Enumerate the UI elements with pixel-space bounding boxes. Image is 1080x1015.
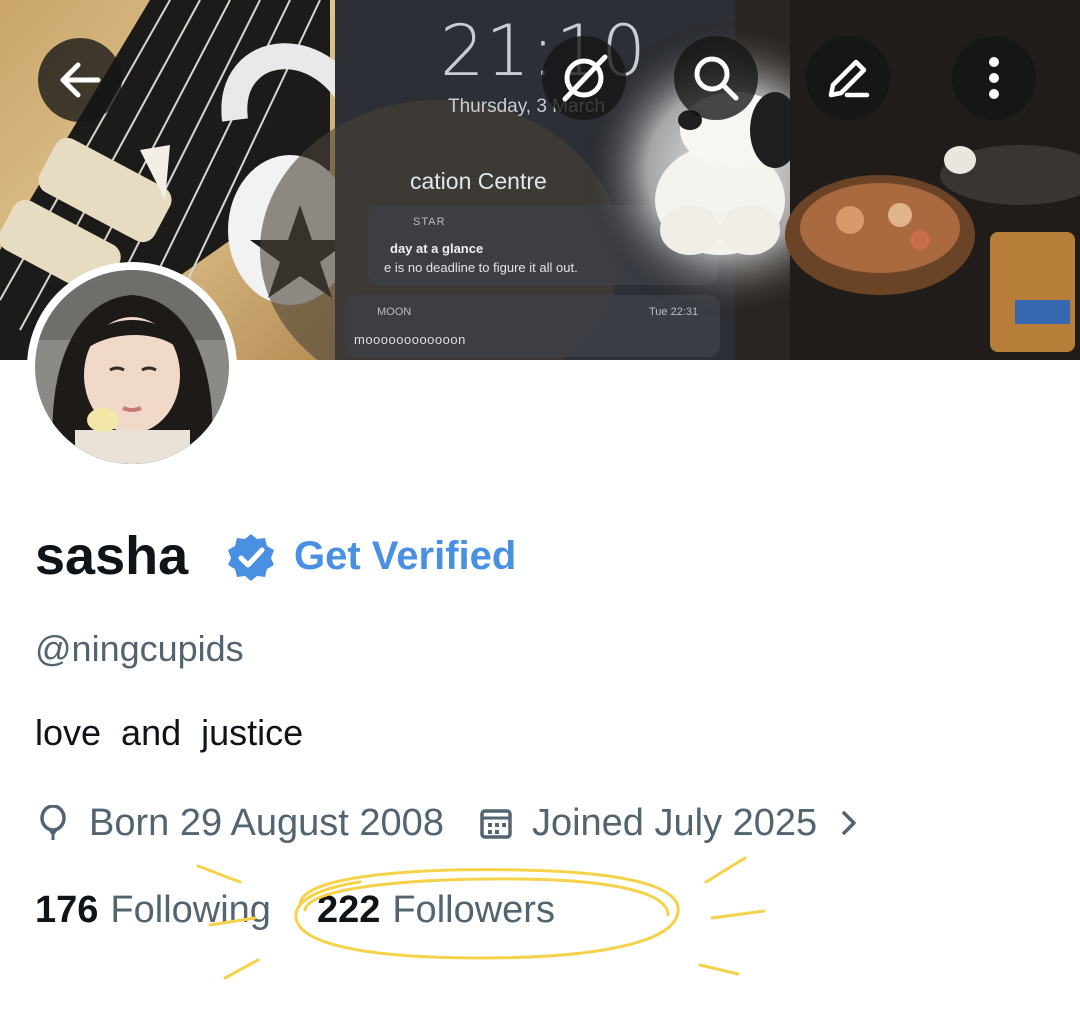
more-vertical-icon [989,57,999,99]
balloon-icon [35,805,71,841]
user-handle: @ningcupids [35,628,244,669]
joined-text: Joined July 2025 [531,801,818,844]
followers-count: 222 [316,888,381,931]
arrow-left-icon [60,62,101,98]
calendar-icon [478,805,514,841]
search-button[interactable] [674,36,758,120]
notification-moon-message: moooooooooooon [354,332,466,347]
notification-star-line2: e is no deadline to figure it all out. [384,260,578,275]
get-verified-link[interactable]: Get Verified [294,532,516,580]
notification-moon-time: Tue 22:31 [649,306,699,318]
followers-label: Followers [392,888,555,931]
notification-star-line1: day at a glance [390,241,484,256]
user-bio: love and justice [35,712,304,753]
following-count: 176 [35,888,99,931]
notification-app-star: STAR [413,216,446,228]
followers-link[interactable]: 222 Followers [317,889,555,932]
verified-badge-icon[interactable] [226,532,276,582]
edit-button[interactable] [806,36,890,120]
profile-meta-row[interactable]: Born 29 August 2008 Joined July 2025 [35,800,863,846]
avatar-photo [35,270,229,464]
grok-icon [562,54,608,102]
birthday-text: Born 29 August 2008 [89,801,444,844]
grok-button[interactable] [542,36,626,120]
more-options-button[interactable] [952,36,1036,120]
notification-app-moon: MOON [377,306,412,318]
back-button[interactable] [38,38,122,122]
following-label: Following [110,888,271,931]
follow-stats-row: 176 Following 222 Followers [35,886,555,934]
display-name: sasha [35,526,189,586]
chevron-right-icon[interactable] [839,805,863,841]
following-link[interactable]: 176 Following [35,889,271,932]
edit-pencil-icon [828,59,870,98]
avatar[interactable] [27,262,237,472]
search-icon [694,56,739,101]
notification-centre-title: cation Centre [410,168,547,194]
